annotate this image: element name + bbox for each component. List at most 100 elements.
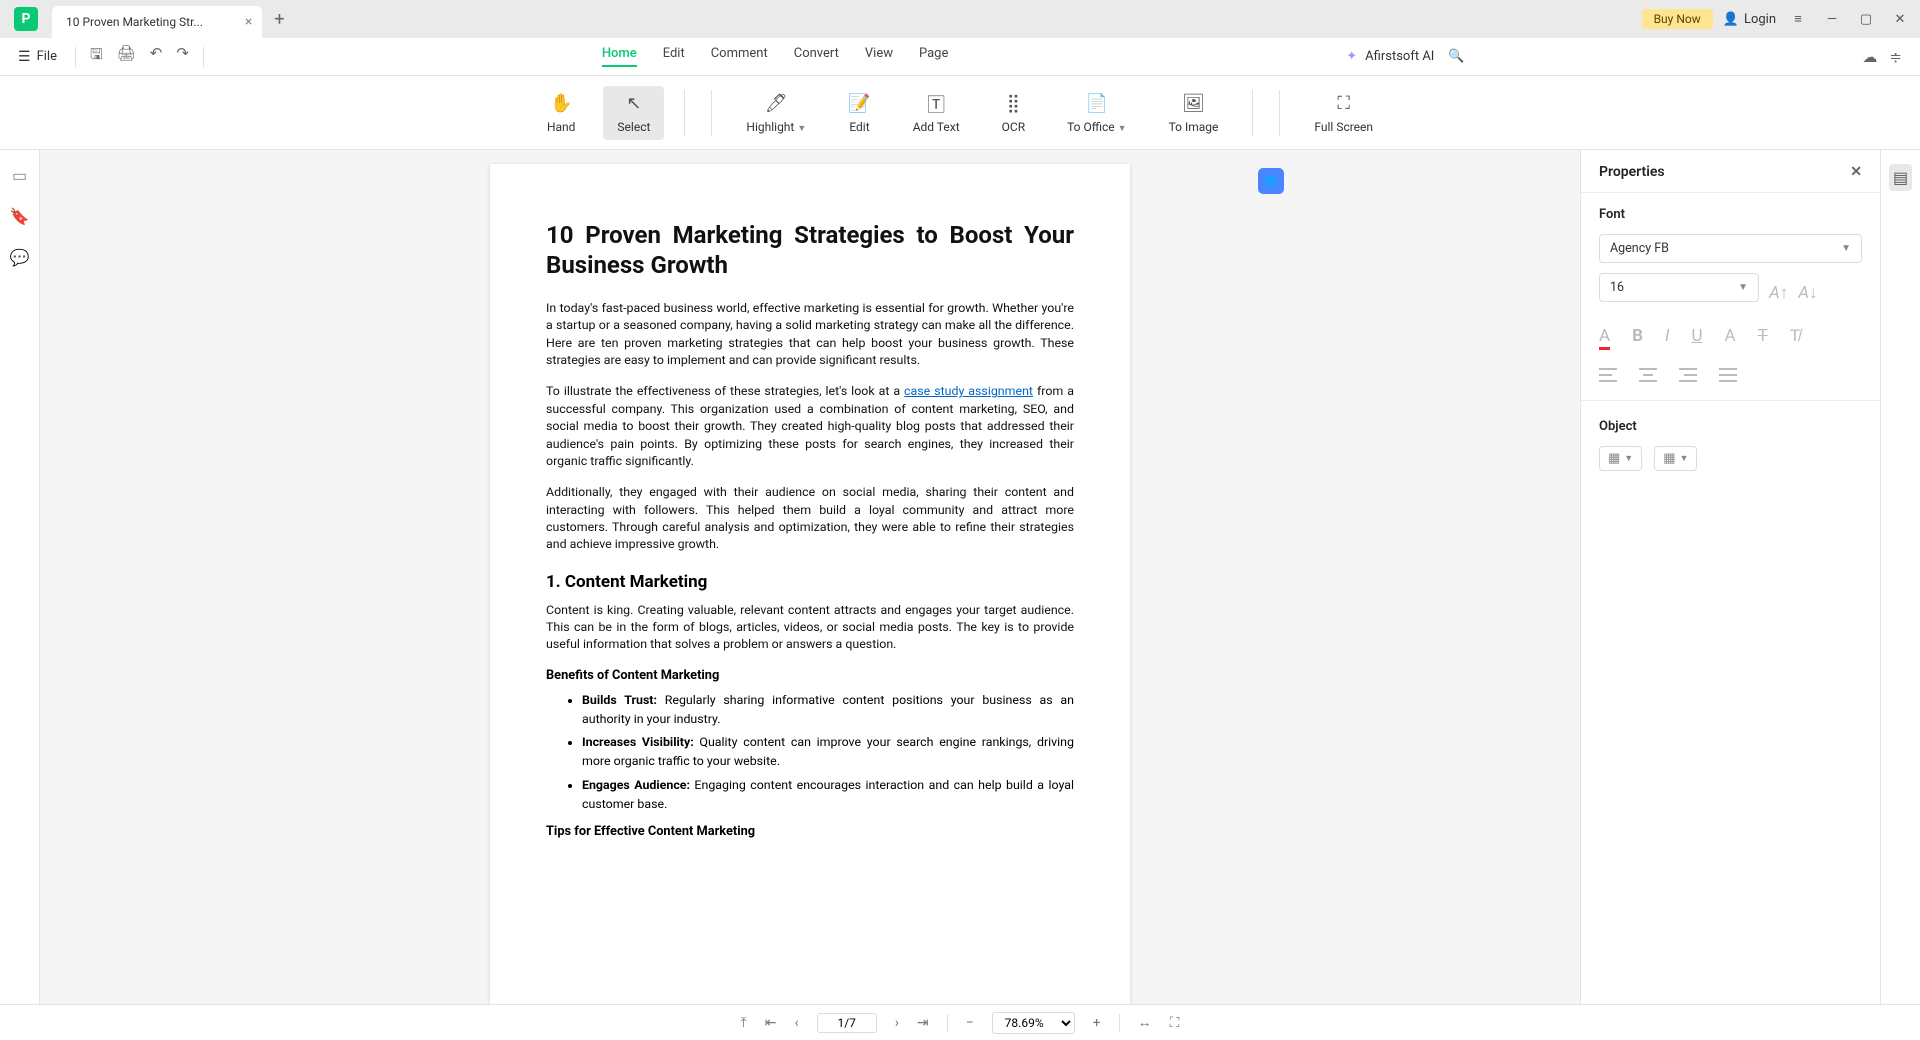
cloud-icon[interactable]: ☁ bbox=[1862, 48, 1877, 66]
ribbon-select[interactable]: ↖Select bbox=[603, 86, 664, 140]
properties-title: Properties bbox=[1599, 164, 1665, 180]
comments-icon[interactable]: 💬 bbox=[10, 248, 30, 267]
print-icon[interactable]: 🖨 bbox=[117, 44, 136, 69]
full-screen-icon: ⛶ bbox=[1337, 92, 1350, 116]
translate-badge[interactable]: 🌐 bbox=[1258, 168, 1284, 194]
first-page-alt-icon[interactable]: ⇤ bbox=[765, 1015, 777, 1031]
document-tab[interactable]: 10 Proven Marketing Str... × bbox=[52, 6, 262, 38]
italic-icon[interactable]: I bbox=[1665, 326, 1669, 350]
clear-format-icon[interactable]: T̸ bbox=[1790, 326, 1800, 350]
properties-toggle-icon[interactable]: ▤ bbox=[1889, 164, 1912, 191]
last-page-icon[interactable]: ⇥ bbox=[917, 1015, 929, 1031]
paragraph: Additionally, they engaged with their au… bbox=[546, 484, 1074, 553]
ribbon-ocr[interactable]: ⣿OCR bbox=[988, 86, 1039, 140]
close-tab-icon[interactable]: × bbox=[245, 14, 252, 30]
ribbon-to-office[interactable]: 📄To Office▼ bbox=[1053, 86, 1140, 140]
tab-comment[interactable]: Comment bbox=[711, 46, 768, 67]
font-family-select[interactable]: Agency FB ▼ bbox=[1599, 234, 1862, 263]
add-text-icon: 🅃 bbox=[927, 92, 945, 116]
ribbon-highlight[interactable]: 🖊Highlight▼ bbox=[732, 86, 820, 140]
bold-icon[interactable]: B bbox=[1632, 326, 1643, 350]
chevron-down-icon: ▼ bbox=[1841, 243, 1851, 254]
sparkle-icon: ✦ bbox=[1346, 49, 1357, 64]
close-properties-icon[interactable]: ✕ bbox=[1850, 164, 1862, 180]
send-backward-button[interactable]: ▦ ▼ bbox=[1654, 446, 1697, 471]
align-center-icon[interactable] bbox=[1639, 368, 1657, 382]
list-item: Engages Audience: Engaging content encou… bbox=[582, 776, 1074, 814]
underline-icon[interactable]: U bbox=[1691, 326, 1702, 350]
highlight-icon[interactable]: A bbox=[1724, 326, 1735, 350]
fit-page-icon[interactable]: ⛶ bbox=[1170, 1015, 1180, 1031]
ribbon-full-screen[interactable]: ⛶Full Screen bbox=[1300, 86, 1387, 140]
document-viewport[interactable]: 🌐 10 Proven Marketing Strategies to Boos… bbox=[40, 150, 1580, 1004]
tab-view[interactable]: View bbox=[865, 46, 893, 67]
list-item: Builds Trust: Regularly sharing informat… bbox=[582, 691, 1074, 729]
left-rail: ▭ 🔖 💬 bbox=[0, 150, 40, 1004]
ribbon-add-text[interactable]: 🅃Add Text bbox=[899, 86, 974, 140]
undo-icon[interactable]: ↶ bbox=[150, 44, 163, 69]
menu-icon: ☰ bbox=[18, 49, 31, 65]
object-section-label: Object bbox=[1599, 419, 1862, 434]
properties-panel: Properties ✕ Font Agency FB ▼ 16 ▼ A↑ A↓… bbox=[1580, 150, 1880, 1004]
close-window-icon[interactable]: ✕ bbox=[1888, 12, 1912, 27]
ribbon: ✋Hand ↖Select 🖊Highlight▼ 📝Edit 🅃Add Text ⣿OC… bbox=[0, 76, 1920, 150]
hamburger-icon[interactable]: ≡ bbox=[1786, 11, 1810, 27]
ribbon-edit[interactable]: 📝Edit bbox=[834, 86, 884, 140]
zoom-select[interactable]: 78.69% bbox=[992, 1012, 1075, 1034]
superscript-icon[interactable]: A↑ bbox=[1769, 283, 1788, 303]
tab-edit[interactable]: Edit bbox=[663, 46, 685, 67]
page-number-input[interactable] bbox=[817, 1013, 877, 1033]
pdf-page: 10 Proven Marketing Strategies to Boost … bbox=[490, 164, 1130, 1004]
chevron-down-icon: ▼ bbox=[1738, 282, 1748, 293]
ai-button[interactable]: ✦ Afirstsoft AI 🔍 bbox=[1346, 49, 1464, 64]
subheading-tips: Tips for Effective Content Marketing bbox=[546, 824, 1074, 839]
new-tab-button[interactable]: + bbox=[274, 9, 284, 30]
strikethrough-icon[interactable]: T bbox=[1758, 326, 1768, 350]
app-logo: P bbox=[14, 7, 38, 31]
fit-width-icon[interactable]: ↔ bbox=[1138, 1014, 1152, 1031]
search-icon[interactable]: 🔍 bbox=[1448, 49, 1464, 64]
bookmarks-icon[interactable]: 🔖 bbox=[10, 207, 30, 226]
menu-bar: ☰ File 🖫 🖨 ↶ ↷ Home Edit Comment Convert Vie… bbox=[0, 38, 1920, 76]
right-rail: ▤ bbox=[1880, 150, 1920, 1004]
status-bar: ⤒ ⇤ ‹ › ⇥ − 78.69% + ↔ ⛶ bbox=[0, 1004, 1920, 1040]
tab-home[interactable]: Home bbox=[602, 46, 637, 67]
hand-icon: ✋ bbox=[550, 92, 572, 116]
align-right-icon[interactable] bbox=[1679, 368, 1697, 382]
ocr-icon: ⣿ bbox=[1007, 92, 1020, 116]
save-icon[interactable]: 🖫 bbox=[90, 44, 103, 69]
buy-now-button[interactable]: Buy Now bbox=[1642, 9, 1713, 29]
link-case-study[interactable]: case study assignment bbox=[904, 384, 1033, 399]
title-bar: P 10 Proven Marketing Str... × + Buy Now… bbox=[0, 0, 1920, 38]
zoom-out-icon[interactable]: − bbox=[966, 1015, 974, 1031]
ribbon-to-image[interactable]: 🖼To Image bbox=[1155, 86, 1233, 140]
font-section-label: Font bbox=[1599, 207, 1862, 222]
tab-page[interactable]: Page bbox=[919, 46, 948, 67]
highlight-icon: 🖊 bbox=[765, 92, 788, 116]
subscript-icon[interactable]: A↓ bbox=[1798, 283, 1817, 303]
tab-convert[interactable]: Convert bbox=[794, 46, 839, 67]
collapse-ribbon-icon[interactable]: ≑ bbox=[1889, 48, 1902, 66]
edit-icon: 📝 bbox=[848, 92, 870, 116]
ribbon-hand[interactable]: ✋Hand bbox=[533, 86, 589, 140]
minimize-icon[interactable]: — bbox=[1820, 12, 1844, 27]
main-tabs: Home Edit Comment Convert View Page bbox=[602, 46, 949, 67]
maximize-icon[interactable]: ▢ bbox=[1854, 12, 1878, 27]
doc-title: 10 Proven Marketing Strategies to Boost … bbox=[546, 220, 1074, 280]
login-button[interactable]: 👤 Login bbox=[1723, 12, 1776, 27]
thumbnails-icon[interactable]: ▭ bbox=[12, 166, 27, 185]
redo-icon[interactable]: ↷ bbox=[176, 44, 189, 69]
align-justify-icon[interactable] bbox=[1719, 368, 1737, 382]
to-image-icon: 🖼 bbox=[1182, 92, 1205, 116]
zoom-in-icon[interactable]: + bbox=[1093, 1015, 1101, 1031]
to-office-icon: 📄 bbox=[1086, 92, 1108, 116]
heading-content-marketing: 1. Content Marketing bbox=[546, 572, 1074, 592]
first-page-icon[interactable]: ⤒ bbox=[741, 1015, 747, 1031]
font-color-icon[interactable]: A bbox=[1599, 326, 1610, 350]
prev-page-icon[interactable]: ‹ bbox=[794, 1015, 798, 1031]
font-size-select[interactable]: 16 ▼ bbox=[1599, 273, 1759, 302]
file-menu[interactable]: ☰ File bbox=[18, 49, 57, 65]
next-page-icon[interactable]: › bbox=[895, 1015, 899, 1031]
align-left-icon[interactable] bbox=[1599, 368, 1617, 382]
bring-forward-button[interactable]: ▦ ▼ bbox=[1599, 446, 1642, 471]
